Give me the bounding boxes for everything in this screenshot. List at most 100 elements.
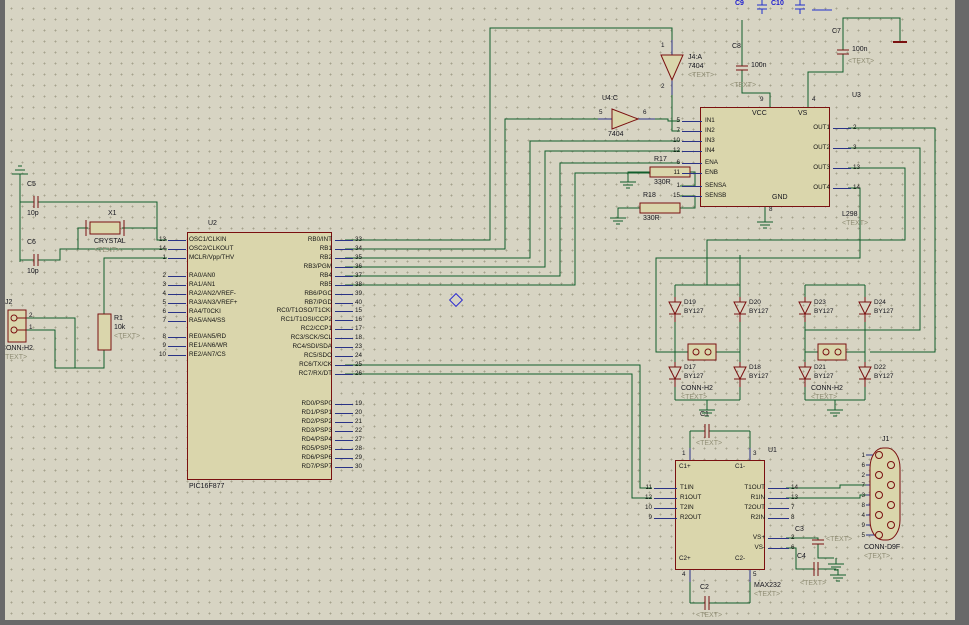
net-label-c9[interactable]: C9 — [735, 0, 744, 8]
pin-row[interactable]: RB3/PGM 36 — [203, 263, 372, 272]
c2-ref[interactable]: C2 — [700, 584, 709, 592]
j1-ref[interactable]: J1 — [882, 436, 889, 444]
pin-row[interactable]: RC6/TX/CK 25 — [203, 361, 372, 370]
j2-value[interactable]: CONN-H2 — [1, 345, 33, 353]
pin-number: 28 — [355, 445, 363, 453]
pin-row[interactable]: OUT2 3 — [706, 138, 870, 158]
j1-value[interactable]: CONN-D9F — [864, 544, 900, 552]
pin-row[interactable]: RC0/T1OSO/T1CKI 15 — [203, 307, 372, 316]
pin-row[interactable]: RC4/SDI/SDA 23 — [203, 343, 372, 352]
u1-value[interactable]: MAX232 — [754, 582, 781, 590]
c8-ref[interactable]: C8 — [732, 43, 741, 51]
pin-row[interactable]: RC1/T1OSI/CCP2 16 — [203, 316, 372, 325]
r18-ref[interactable]: R18 — [643, 192, 656, 200]
pin-row[interactable]: VS+ 2 — [679, 533, 808, 543]
pin-row[interactable]: RC2/CCP1 17 — [203, 325, 372, 334]
r17-value[interactable]: 330R — [654, 179, 671, 187]
pin-name: OUT1 — [813, 123, 830, 131]
pin-row[interactable]: R2IN 8 — [679, 513, 808, 523]
pin-number: 8 — [861, 501, 865, 509]
j4a-value[interactable]: 7404 — [688, 63, 704, 71]
pin-row[interactable]: OUT1 2 — [706, 118, 870, 138]
u3-value[interactable]: L298 — [842, 211, 858, 219]
u1-pins-vs[interactable]: VS+ 2 VS- 6 — [679, 533, 808, 553]
pin-row[interactable]: T2OUT 7 — [679, 503, 808, 513]
c5-ref[interactable]: C5 — [27, 181, 36, 189]
pin-row[interactable]: RB4 37 — [203, 272, 372, 281]
c6-ref[interactable]: C6 — [27, 239, 36, 247]
pin-name: RD6/PSP6 — [301, 454, 332, 462]
r1-ref[interactable]: R1 — [114, 315, 123, 323]
pin-row[interactable]: RB5 38 — [203, 281, 372, 290]
c1-ref[interactable]: C1 — [700, 411, 709, 419]
diode-d21-label[interactable]: D21 BY127 — [814, 363, 834, 381]
x1-ref[interactable]: X1 — [108, 210, 117, 218]
diode-d24-label[interactable]: D24 BY127 — [874, 298, 894, 316]
pin-row[interactable]: RD4/PSP4 27 — [203, 436, 372, 445]
diode-d22-label[interactable]: D22 BY127 — [874, 363, 894, 381]
u3-pins-out[interactable]: OUT1 2 OUT2 3 OUT3 13 OUT4 14 — [706, 118, 870, 198]
conn-h2-2-value[interactable]: CONN-H2 — [811, 385, 843, 393]
c7-ref[interactable]: C7 — [832, 28, 841, 36]
diode-d20-label[interactable]: D20 BY127 — [749, 298, 769, 316]
inverter-j4a — [660, 54, 684, 82]
j4a-ref[interactable]: J4:A — [688, 54, 702, 62]
diode-d19-label[interactable]: D19 BY127 — [684, 298, 704, 316]
u1-ref[interactable]: U1 — [768, 447, 777, 455]
u1-pins-right[interactable]: T1OUT 14 R1IN 13 T2OUT 7 R2IN 8 — [679, 483, 808, 523]
c7-value[interactable]: 100n — [852, 46, 868, 54]
u2-value[interactable]: PIC16F877 — [189, 483, 224, 491]
pin-row[interactable]: RC7/RX/DT 26 — [203, 370, 372, 379]
pin-row[interactable]: RB0/INT 33 — [203, 236, 372, 245]
c3-text-placeholder: <TEXT> — [826, 536, 853, 543]
c8-value[interactable]: 100n — [751, 62, 767, 70]
u4c-value[interactable]: 7404 — [608, 131, 624, 139]
r18-value[interactable]: 330R — [643, 215, 660, 223]
diode-d17-label[interactable]: D17 BY127 — [684, 363, 704, 381]
diode-d23-label[interactable]: D23 BY127 — [814, 298, 834, 316]
j1-pin-numbers[interactable]: 1 6 2 7 3 8 4 9 5 — [852, 450, 865, 540]
u4c-ref[interactable]: U4:C — [602, 95, 618, 103]
j2-ref[interactable]: J2 — [5, 299, 12, 307]
pin-row[interactable]: RD2/PSP2 21 — [203, 418, 372, 427]
c4-ref[interactable]: C4 — [797, 553, 806, 561]
schematic-canvas[interactable]: 13 OSC1/CLKIN 14 OSC2/CLKOUT 1 MCLR/Vpp/THV 2… — [0, 0, 969, 625]
u2-pins-portb[interactable]: RB0/INT 33 RB1 34 RB2 35 RB3/PGM 36 RB4 37 RB5 38 RB… — [203, 236, 372, 308]
pin-row[interactable]: RD3/PSP3 22 — [203, 427, 372, 436]
diode-d18-label[interactable]: D18 BY127 — [749, 363, 769, 381]
pin-row[interactable]: RD7/PSP7 30 — [203, 463, 372, 472]
pin-row[interactable]: RD6/PSP6 29 — [203, 454, 372, 463]
selected-net-symbols[interactable] — [757, 0, 832, 14]
pin-row[interactable]: RD1/PSP1 20 — [203, 409, 372, 418]
pin-row[interactable]: OUT4 14 — [706, 178, 870, 198]
u2-pins-portd[interactable]: RD0/PSP0 19 RD1/PSP1 20 RD2/PSP2 21 RD3/PSP3 22… — [203, 400, 372, 472]
pin-row[interactable]: VS- 6 — [679, 543, 808, 553]
pin-row[interactable]: R1IN 13 — [679, 493, 808, 503]
conn-h2-2-text-placeholder: <TEXT> — [811, 394, 838, 401]
conn-h2-1-value[interactable]: CONN-H2 — [681, 385, 713, 393]
x1-value[interactable]: CRYSTAL — [94, 238, 126, 246]
pin-row[interactable]: RD0/PSP0 19 — [203, 400, 372, 409]
r1-value[interactable]: 10k — [114, 324, 125, 332]
pin-row[interactable]: T1OUT 14 — [679, 483, 808, 493]
c5-value[interactable]: 10p — [27, 210, 39, 218]
pin-number: 12 — [672, 146, 680, 154]
pin-row[interactable]: RC5/SDO 24 — [203, 352, 372, 361]
c3-ref[interactable]: C3 — [795, 526, 804, 534]
r17-ref[interactable]: R17 — [654, 156, 667, 164]
c6-value[interactable]: 10p — [27, 268, 39, 276]
pin-number: 5 — [861, 531, 865, 539]
pin-row[interactable]: RB1 34 — [203, 245, 372, 254]
u3-gnd-number: 8 — [769, 206, 773, 213]
u3-ref[interactable]: U3 — [852, 92, 861, 100]
pin-row[interactable]: RC3/SCK/SCL 18 — [203, 334, 372, 343]
u3-gnd-label: GND — [772, 194, 788, 201]
u2-ref[interactable]: U2 — [208, 220, 217, 228]
pin-row[interactable]: RB2 35 — [203, 254, 372, 263]
u2-pins-portc[interactable]: RC0/T1OSO/T1CKI 15 RC1/T1OSI/CCP2 16 RC2/CCP… — [203, 307, 372, 379]
net-label-c10[interactable]: C10 — [771, 0, 784, 8]
pin-number: 2 — [861, 471, 865, 479]
pin-row[interactable]: OUT3 13 — [706, 158, 870, 178]
pin-row[interactable]: RD5/PSP5 28 — [203, 445, 372, 454]
pin-row[interactable]: RB6/PGC 39 — [203, 290, 372, 299]
